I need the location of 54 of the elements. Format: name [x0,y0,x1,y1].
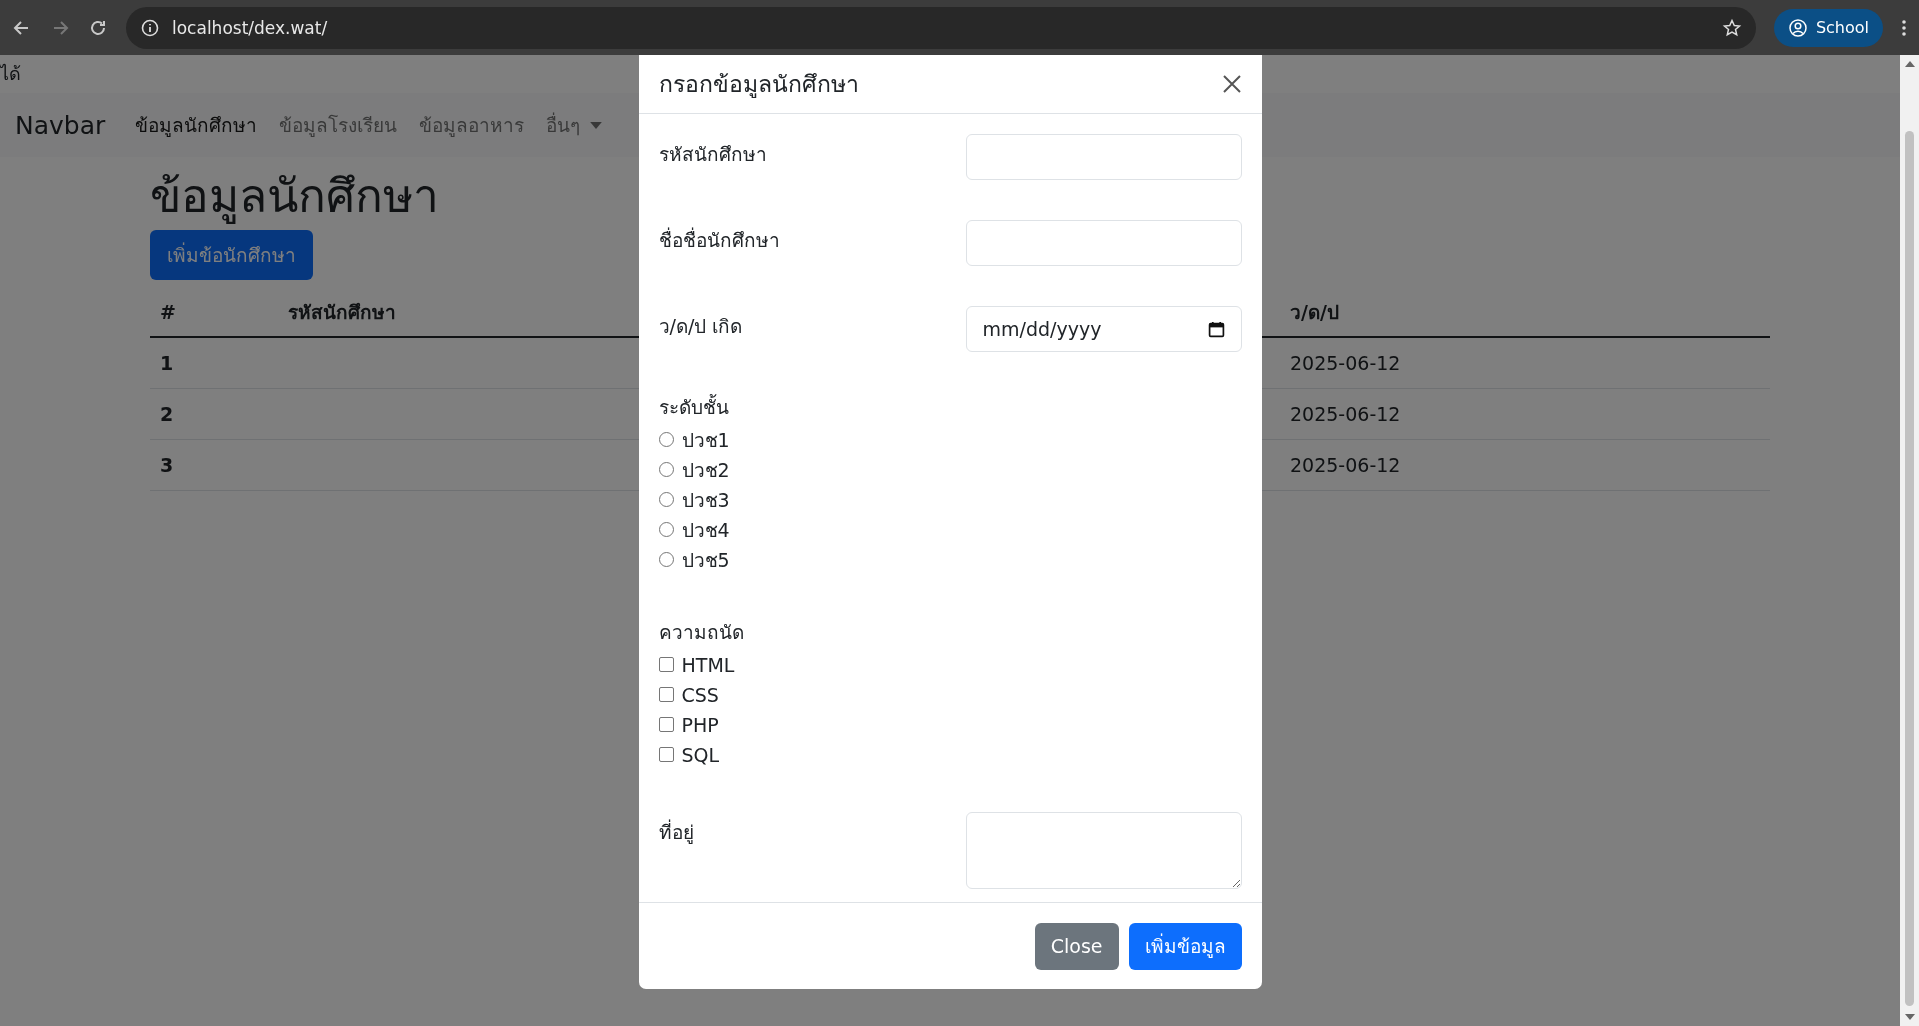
table-cell-text: 2025-06-12 [1289,454,1402,477]
field-label: รหัสนักศึกษา [658,142,767,167]
scrollbar-thumb[interactable] [1905,131,1914,1006]
table-cell-text: 2 [159,403,175,426]
close-button[interactable]: Close [1034,922,1119,970]
modal-title: กรอกข้อมูลนักศึกษา [658,70,859,100]
option-label: ปวช1 [681,427,730,453]
menu-icon[interactable] [1901,17,1907,38]
nav-link[interactable]: ข้อมูลอาหาร [419,110,525,140]
option-label: CSS [681,683,719,706]
nav-link[interactable]: ข้อมูลโรงเรียน [279,110,398,140]
column-header: ว/ด/ป [1289,300,1340,326]
navbar-brand[interactable]: Navbar [15,110,106,140]
option-label: HTML [681,653,735,676]
option-label: PHP [681,713,719,736]
checkbox[interactable] [658,687,674,702]
field-label: ความถนัด [658,620,745,645]
scroll-down-icon[interactable] [1904,1014,1915,1020]
option-label: ปวช2 [681,457,730,483]
url-text: localhost/dex.wat/ [172,17,329,38]
scroll-up-icon[interactable] [1904,61,1915,67]
field-label: ชื่อชื่อนักศึกษา [658,226,780,253]
option-label: ปวช4 [681,517,730,543]
table-cell-text: 1 [159,352,175,375]
date-field[interactable]: mm/dd/yyyy [965,306,1242,352]
address-bar[interactable]: localhost/dex.wat/ [126,6,1756,49]
add-student-button[interactable]: เพิ่มข้อนักศึกษา [150,230,313,281]
option-label: ปวช3 [681,487,730,513]
input-field[interactable] [965,134,1242,180]
option-label: ปวช5 [681,547,730,573]
info-icon[interactable] [140,17,160,38]
submit-button[interactable]: เพิ่มข้อมูล [1128,922,1242,970]
input-field[interactable] [965,220,1242,266]
profile-button[interactable]: School [1773,8,1883,47]
column-header: # [159,301,177,324]
nav-dropdown[interactable]: อื่นๆ [546,110,603,140]
close-icon[interactable] [1221,74,1242,94]
field-label: ระดับชั้น [658,393,730,420]
table-cell-text: 2025-06-12 [1289,403,1402,426]
column-header: รหัสนักศึกษา [287,300,397,326]
checkbox[interactable] [658,717,674,732]
profile-icon [1787,17,1808,38]
option-label: SQL [681,743,720,766]
checkbox[interactable] [658,657,674,672]
field-label: ว/ด/ป เกิด [658,314,743,339]
table-cell-text: 3 [159,454,175,477]
scrollbar[interactable] [1900,55,1919,1026]
nav-link[interactable]: ข้อมูลนักศึกษา [135,110,258,140]
table-cell-text: 2025-06-12 [1289,352,1402,375]
calendar-icon[interactable] [1207,320,1225,338]
field-label: ที่อยู่ [658,818,694,846]
star-icon[interactable] [1721,17,1742,38]
page-heading: ข้อมูลนักศึกษา [150,169,439,225]
checkbox[interactable] [658,747,674,762]
